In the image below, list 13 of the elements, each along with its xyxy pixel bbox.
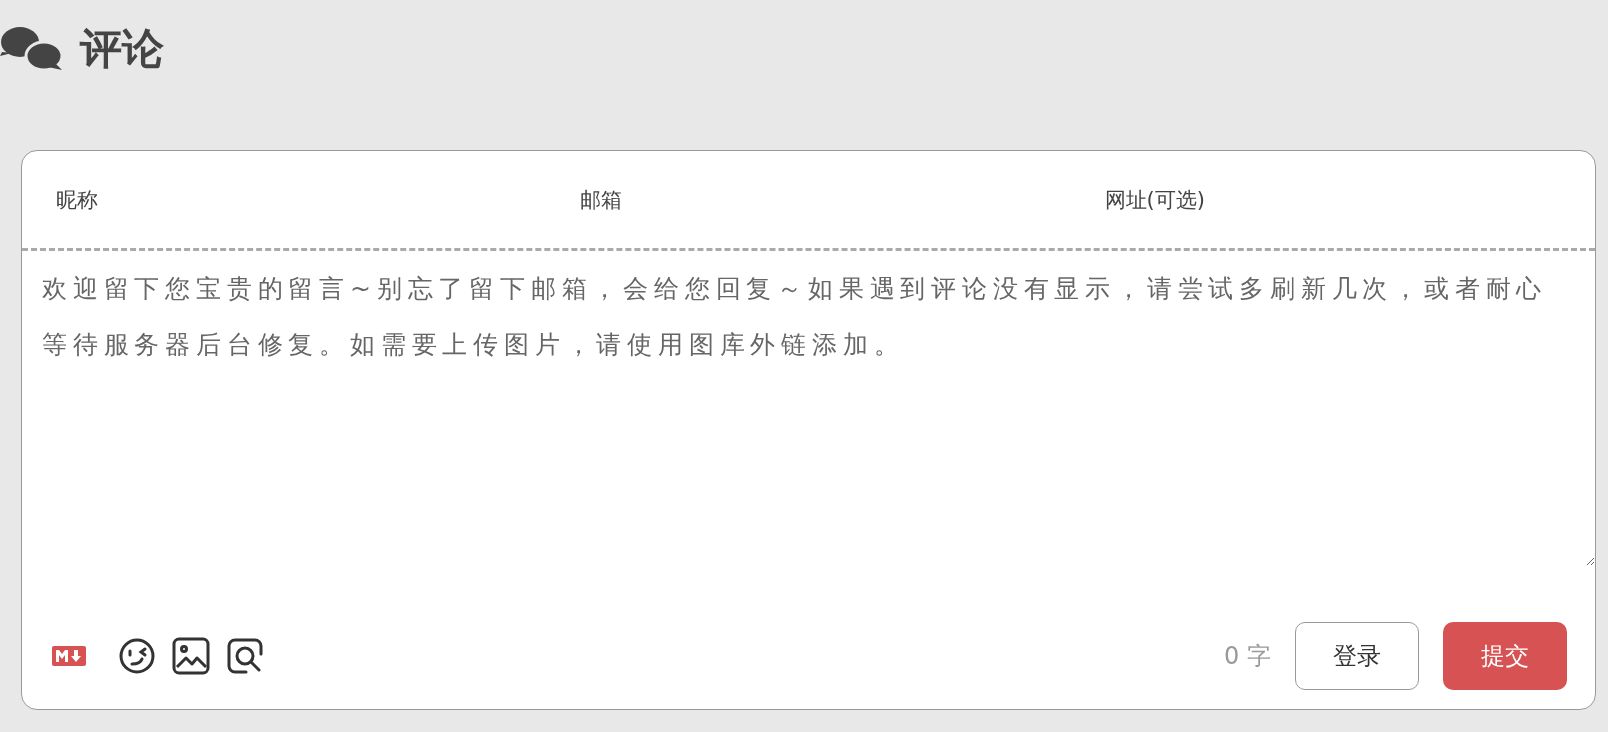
text-field[interactable]: 网址(可选) xyxy=(1070,151,1595,248)
text-field[interactable]: 邮箱 xyxy=(546,151,1071,248)
comment-form[interactable]: 昵称 邮箱 网址(可选) 欢迎留下您宝贵的留言~别忘了留下邮箱，会给您回复～如果遇到评论没有显示，请尝试多刷新几次，或者耐心等待服务器后台修复。如需要上传图片，请使用图库外链添加。 0 字 登录 提交 xyxy=(21,150,1596,710)
page-title: 评论 xyxy=(80,24,164,74)
submit-button[interactable]: 提交 xyxy=(1443,622,1567,690)
word-count: 0 字 xyxy=(1224,641,1271,672)
markdown-icon[interactable] xyxy=(52,646,86,666)
comments-icon xyxy=(0,26,64,72)
gif-search-icon[interactable] xyxy=(226,637,264,675)
login-button[interactable]: 登录 xyxy=(1295,622,1419,690)
emoji-icon[interactable] xyxy=(118,637,156,675)
text-field[interactable]: 昵称 xyxy=(22,151,547,248)
image-icon[interactable] xyxy=(172,637,210,675)
